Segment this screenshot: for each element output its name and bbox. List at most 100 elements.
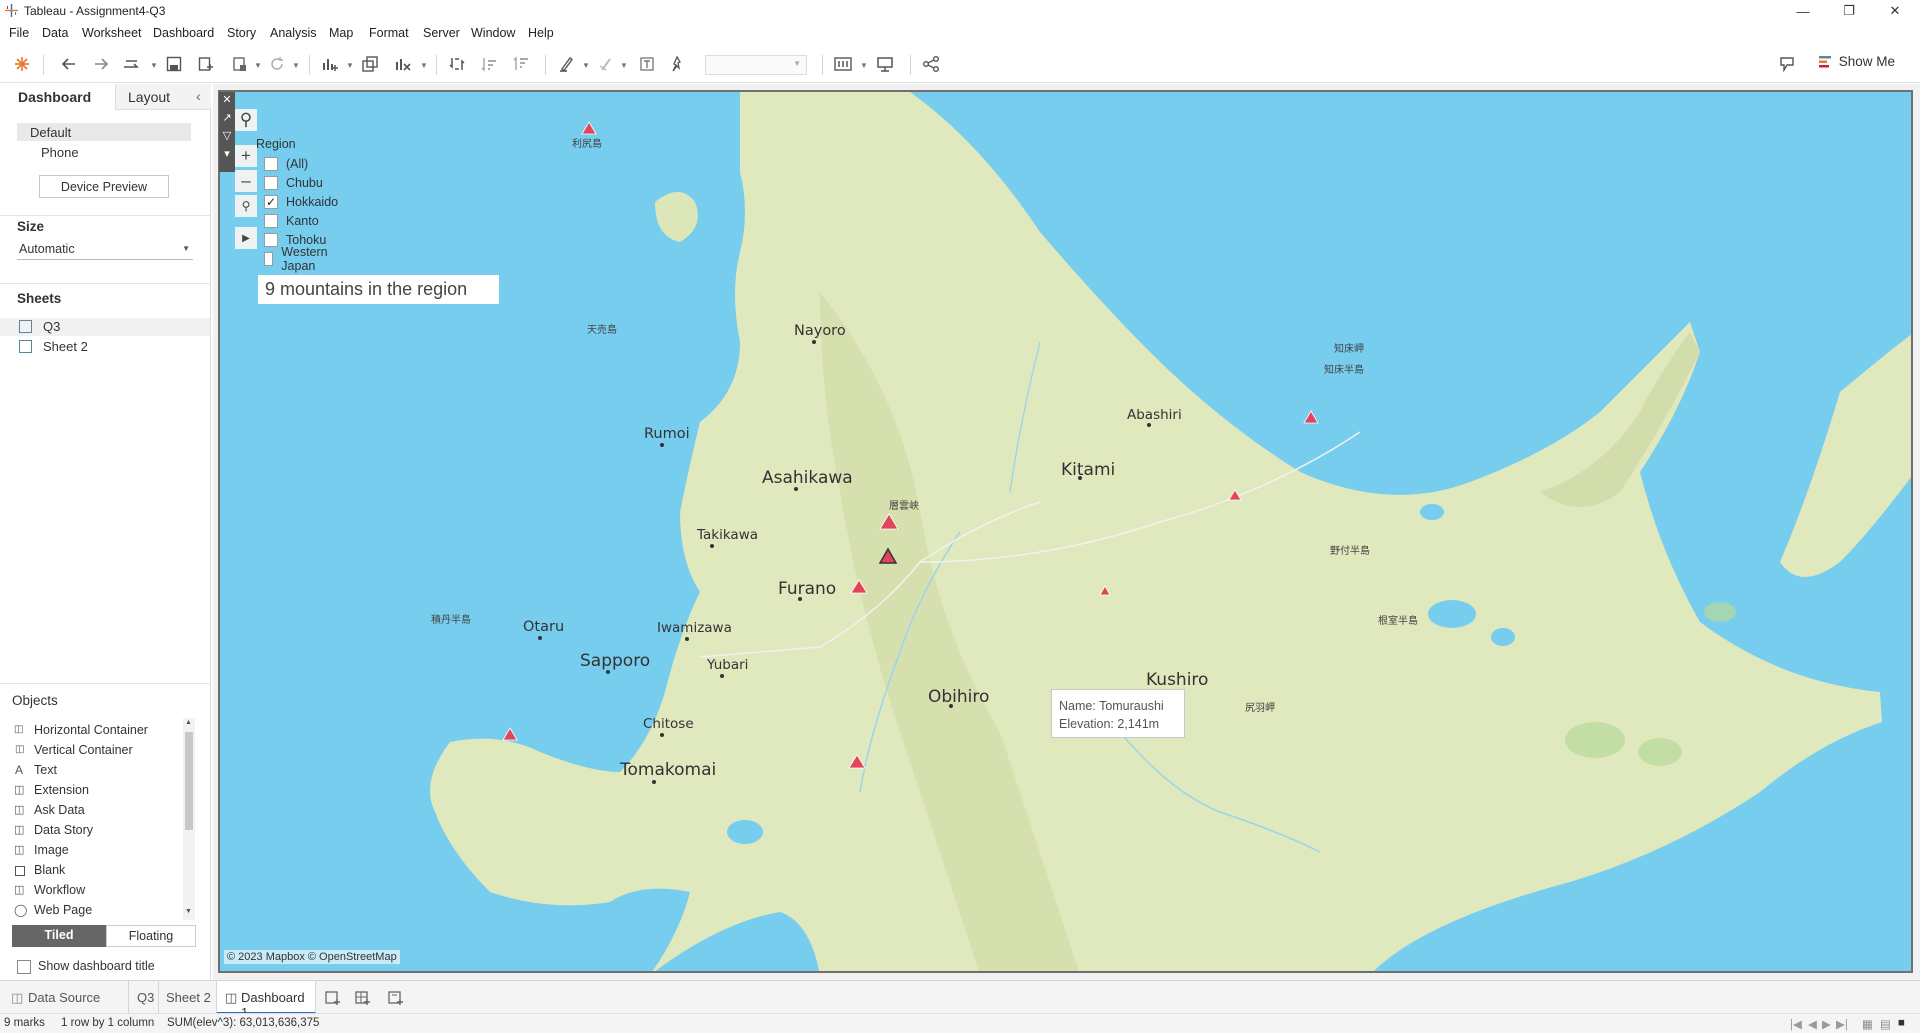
menu-server[interactable]: Server (423, 26, 460, 40)
device-default[interactable]: Default (17, 123, 191, 141)
open-sheet-icon[interactable]: ↗ (221, 111, 233, 125)
menu-dashboard[interactable]: Dashboard (153, 26, 214, 40)
prev-sheet-icon[interactable]: ◀ (1808, 1017, 1817, 1031)
new-story-tab-icon[interactable] (388, 981, 412, 1014)
first-sheet-icon[interactable]: |◀ (1790, 1017, 1802, 1031)
floating-toggle[interactable]: Floating (106, 925, 196, 947)
fix-axes-icon[interactable] (666, 53, 688, 75)
objects-heading: Objects (12, 693, 58, 708)
tab-q3[interactable]: Q3 (128, 981, 158, 1014)
sheet-sorter-icon[interactable]: ▦ (1862, 1017, 1873, 1031)
objects-scrollbar[interactable]: ▲ ▼ (183, 718, 195, 920)
tab-data-source-label: Data Source (28, 990, 101, 1005)
menu-format[interactable]: Format (369, 26, 409, 40)
device-phone[interactable]: Phone (41, 145, 79, 160)
more-options-icon[interactable]: ▾ (221, 147, 233, 161)
sheet-item-q3[interactable]: Q3 (0, 318, 210, 336)
region-option-kanto[interactable]: Kanto (264, 211, 319, 230)
zoom-in-button[interactable]: + (235, 145, 257, 167)
checkbox[interactable] (264, 232, 278, 247)
region-option-hokkaido[interactable]: ✓ Hokkaido (264, 192, 338, 211)
sort-ascending-icon[interactable] (478, 53, 500, 75)
worksheet-icon (19, 340, 32, 353)
redo-icon[interactable] (90, 53, 112, 75)
show-me-button[interactable]: Show Me (1818, 54, 1895, 69)
last-sheet-icon[interactable]: ▶| (1836, 1017, 1848, 1031)
region-option-western-japan[interactable]: Western Japan (264, 245, 332, 273)
sheet-item-sheet2[interactable]: Sheet 2 (0, 338, 210, 356)
tab-data-source[interactable]: ◫ Data Source (5, 981, 128, 1014)
highlight-icon[interactable] (556, 53, 578, 75)
collapse-pane-icon[interactable]: ‹ (196, 88, 201, 104)
undo-icon[interactable] (58, 53, 80, 75)
menu-window[interactable]: Window (471, 26, 515, 40)
pin-map-icon[interactable]: ⚲ (235, 195, 257, 217)
group-members-icon[interactable] (594, 53, 616, 75)
tiled-toggle[interactable]: Tiled (12, 925, 106, 947)
new-worksheet-icon[interactable] (319, 53, 341, 75)
menu-file[interactable]: File (9, 26, 29, 40)
mountain-mark (581, 121, 597, 135)
map-expand-icon[interactable]: ▶ (235, 227, 257, 249)
tab-dashboard[interactable]: Dashboard (0, 84, 115, 110)
fit-dropdown[interactable]: ▼ (705, 55, 807, 75)
zoom-out-button[interactable]: – (235, 170, 257, 192)
region-option-label: (All) (286, 156, 309, 171)
show-title-checkbox[interactable] (17, 960, 31, 974)
replay-icon[interactable] (121, 53, 143, 75)
object-label: Web Page (34, 903, 93, 917)
map-search-icon[interactable]: ⚲ (235, 109, 257, 131)
sort-descending-icon[interactable] (510, 53, 532, 75)
show-mark-labels-icon[interactable] (636, 53, 658, 75)
ask-data-icon: ◫ (14, 804, 25, 816)
refresh-icon[interactable] (266, 53, 288, 75)
minimize-button[interactable]: — (1780, 0, 1826, 22)
object-label: Extension (34, 783, 89, 797)
next-sheet-icon[interactable]: ▶ (1822, 1017, 1831, 1031)
new-datasource-icon[interactable] (195, 53, 217, 75)
size-dropdown[interactable]: Automatic ▼ (17, 240, 193, 260)
filmstrip-icon[interactable]: ▤ (1880, 1017, 1891, 1031)
checkbox[interactable] (264, 213, 278, 228)
object-label: Workflow (34, 883, 86, 897)
status-marks: 9 marks (4, 1017, 45, 1029)
restore-button[interactable]: ❐ (1826, 0, 1872, 22)
tabs-view-icon[interactable]: ■ (1898, 1017, 1905, 1029)
region-option-all[interactable]: (All) (264, 154, 308, 173)
map-attribution[interactable]: © 2023 Mapbox © OpenStreetMap (224, 950, 400, 964)
menu-worksheet[interactable]: Worksheet (82, 26, 142, 40)
filter-icon[interactable]: ▽ (221, 129, 233, 143)
close-icon[interactable]: ✕ (221, 93, 233, 107)
sheet-item-label: Q3 (43, 319, 61, 334)
menu-analysis[interactable]: Analysis (270, 26, 317, 40)
toolbar: ▼ ▼ ▼ ▼ ▼ ▼ ▼ ▼ ▼ (0, 45, 1920, 83)
show-cards-icon[interactable] (833, 53, 855, 75)
pause-updates-icon[interactable] (229, 53, 251, 75)
new-worksheet-tab-icon[interactable] (325, 981, 349, 1014)
clear-sheet-icon[interactable] (392, 53, 414, 75)
menu-story[interactable]: Story (227, 26, 256, 40)
tab-sheet2[interactable]: Sheet 2 (158, 981, 216, 1014)
tab-dashboard-1[interactable]: ◫ Dashboard 1 (216, 981, 316, 1020)
presentation-mode-icon[interactable] (874, 53, 896, 75)
checkbox[interactable] (264, 175, 278, 190)
device-preview-button[interactable]: Device Preview (39, 175, 169, 198)
swap-rows-columns-icon[interactable] (446, 53, 468, 75)
map-view[interactable]: Nayoro Rumoi Asahikawa Takikawa Furano O… (218, 90, 1913, 973)
menu-map[interactable]: Map (329, 26, 353, 40)
menu-data[interactable]: Data (42, 26, 68, 40)
tableau-start-icon[interactable] (11, 53, 33, 75)
new-dashboard-tab-icon[interactable] (355, 981, 379, 1014)
checkbox[interactable] (264, 251, 274, 266)
tab-layout[interactable]: Layout ‹ (115, 84, 211, 110)
menu-help[interactable]: Help (528, 26, 554, 40)
checkbox-checked[interactable]: ✓ (264, 194, 278, 209)
duplicate-sheet-icon[interactable] (359, 53, 381, 75)
close-window-button[interactable]: ✕ (1872, 0, 1918, 22)
pin-icon[interactable] (1776, 53, 1798, 75)
save-icon[interactable] (163, 53, 185, 75)
region-option-chubu[interactable]: Chubu (264, 173, 323, 192)
tab-q3-label: Q3 (137, 990, 155, 1005)
share-icon[interactable] (920, 53, 942, 75)
checkbox[interactable] (264, 156, 278, 171)
